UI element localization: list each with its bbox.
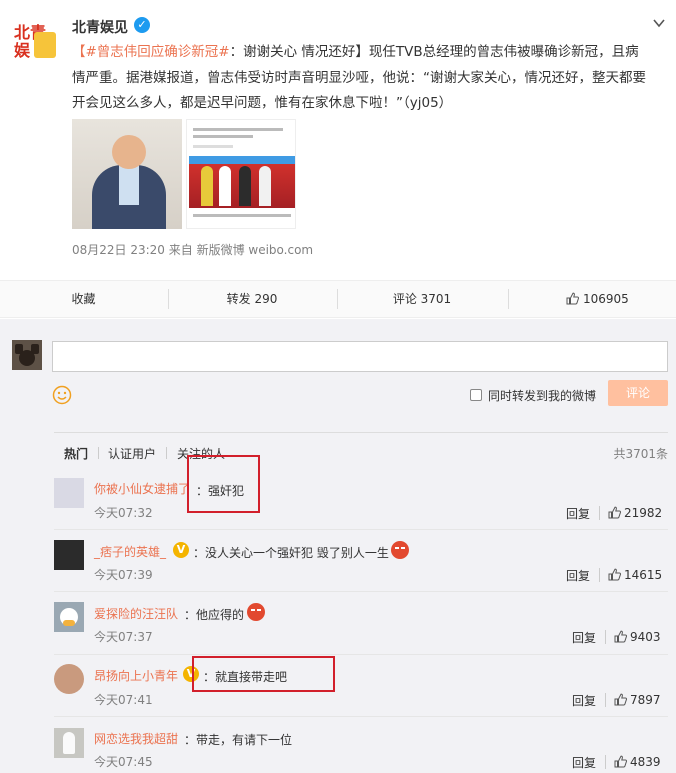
thumbs-up-icon[interactable] [614,630,627,643]
comment-time: 今天07:39 [94,568,153,582]
reply-button[interactable]: 回复 [572,754,596,771]
comment-like-count[interactable]: 7897 [630,693,661,707]
comment-time: 今天07:32 [94,506,153,520]
filter-hot[interactable]: 热门 [64,445,88,462]
thumbs-up-icon[interactable] [614,755,627,768]
thumbs-up-icon[interactable] [566,292,579,305]
repost-button[interactable]: 转发 290 [168,281,336,317]
angry-emoji-icon [247,603,265,621]
like-count[interactable]: 106905 [583,281,643,317]
filter-verified[interactable]: 认证用户 [108,445,156,462]
comment-text: ：他应得的 [184,608,245,622]
commenter-avatar[interactable] [54,728,84,758]
reply-button[interactable]: 回复 [572,629,596,646]
thumbs-up-icon[interactable] [608,506,621,519]
member-badge-icon: V [173,542,189,558]
commenter-name[interactable]: 爱探险的汪汪队 [94,605,178,622]
post-meta: 08月22日 23:20 来自 新版微博 weibo.com [72,243,314,257]
verified-icon: ✓ [134,17,150,33]
comment-total: 共3701条 [613,447,668,461]
action-bar: 收藏 转发 290 评论 3701 106905 [0,280,676,318]
highlight-box [192,656,335,692]
commenter-avatar[interactable] [54,478,84,508]
highlight-box [187,455,260,513]
comment-like-count[interactable]: 14615 [624,568,662,582]
comment-like-count[interactable]: 4839 [630,755,661,769]
favorite-button[interactable]: 收藏 [0,281,167,317]
post-text: 【#曾志伟回应确诊新冠#：谢谢关心 情况还好】现任TVB总经理的曾志伟被曝确诊新… [72,40,647,117]
comment-time: 今天07:37 [94,630,153,644]
reply-button[interactable]: 回复 [566,505,590,522]
thumbs-up-icon[interactable] [614,693,627,706]
reply-button[interactable]: 回复 [566,567,590,584]
emoji-smile-icon[interactable] [52,385,72,405]
comment-time: 今天07:45 [94,755,153,769]
account-avatar[interactable]: 北青娱 [12,18,60,66]
comment-time: 今天07:41 [94,693,153,707]
comment-input[interactable] [52,341,668,372]
commenter-name[interactable]: 昂扬向上小青年 [94,667,178,684]
current-user-avatar [12,340,42,370]
commenter-avatar[interactable] [54,602,84,632]
comment-like-count[interactable]: 21982 [624,506,662,520]
reply-button[interactable]: 回复 [572,692,596,709]
thumbs-up-icon[interactable] [608,568,621,581]
comment-text: ：没人关心一个强奸犯 毁了别人一生 [193,546,389,560]
comment-like-count[interactable]: 9403 [630,630,661,644]
author-name[interactable]: 北青娱见 [72,17,128,37]
submit-comment-button[interactable]: 评论 [608,380,668,406]
topic-link[interactable]: 【#曾志伟回应确诊新冠# [72,44,230,60]
comment-text: ：带走，有请下一位 [184,733,293,747]
logo-badge [34,32,56,58]
commenter-avatar[interactable] [54,540,84,570]
commenter-name[interactable]: 你被小仙女逮捕了 [94,480,190,497]
repost-label: 同时转发到我的微博 [488,389,597,403]
commenter-name[interactable]: _痞子的英雄_ [94,543,166,560]
repost-checkbox[interactable] [470,389,482,401]
comment-button[interactable]: 评论 3701 [337,281,507,317]
commenter-avatar[interactable] [54,664,84,694]
post-image-2[interactable] [186,119,296,229]
angry-emoji-icon [391,541,409,559]
chevron-down-icon[interactable] [652,16,666,30]
commenter-name[interactable]: 网恋选我我超甜 [94,730,178,747]
post-image-1[interactable] [72,119,182,229]
